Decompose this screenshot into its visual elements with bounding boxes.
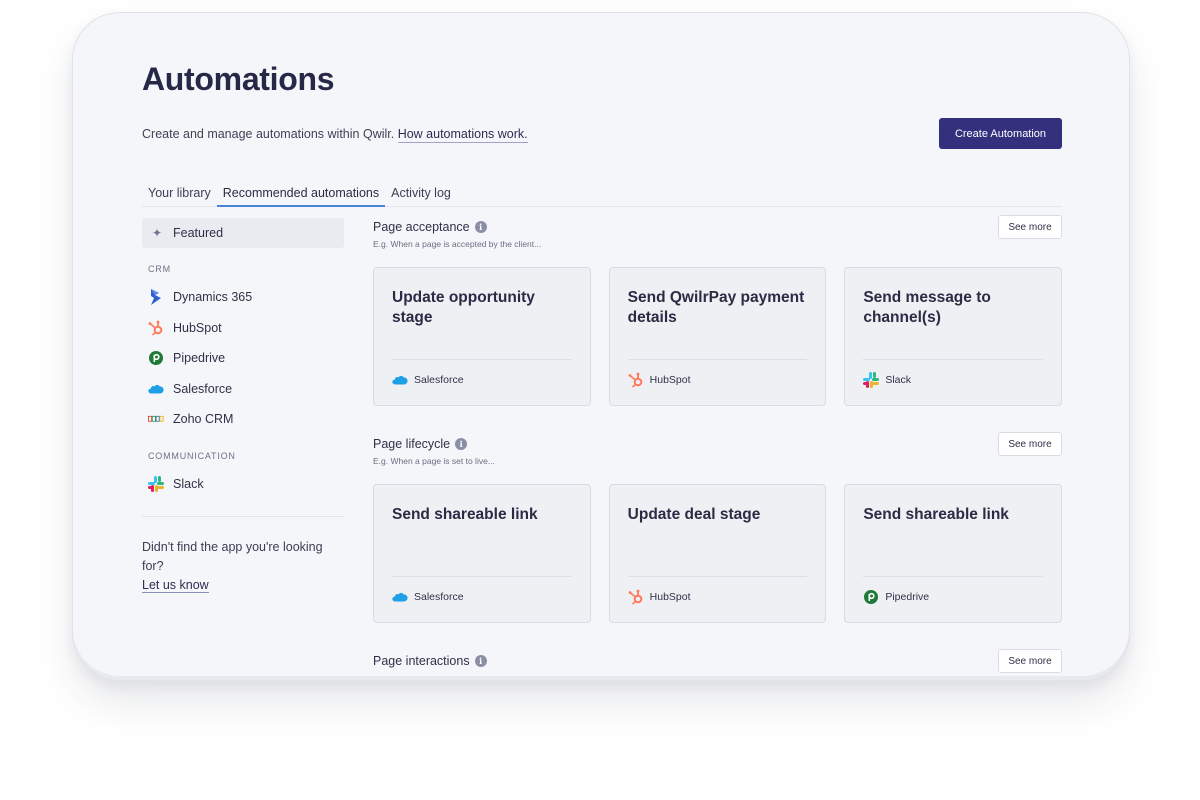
section-title: Page lifecycle i (373, 436, 1062, 452)
page-title: Automations (142, 61, 335, 97)
card-row: Send shareable link Salesforce Update de… (373, 484, 1063, 623)
card-app-label: Salesforce (414, 374, 464, 386)
zoho-crm-icon (148, 411, 164, 427)
sidebar-help: Didn't find the app you're looking for? … (142, 538, 344, 595)
card-divider (627, 359, 808, 360)
help-text: Didn't find the app you're looking for? (142, 540, 323, 573)
sidebar-item-salesforce[interactable]: Salesforce (142, 374, 344, 405)
hubspot-icon (148, 320, 164, 336)
automations-page: Automations Create and manage automation… (142, 13, 1063, 680)
page-subtitle: Create and manage automations within Qwi… (142, 127, 528, 143)
section-description: E.g. When a page is accepted by the clie… (373, 239, 542, 249)
card-app: Slack (863, 372, 911, 388)
card-app: HubSpot (628, 372, 691, 388)
section-title: Page acceptance i (373, 219, 1062, 235)
how-automations-work-link[interactable]: How automations work. (397, 127, 528, 143)
tab-recommended-automations[interactable]: Recommended automations (216, 185, 386, 207)
sidebar-item-pipedrive[interactable]: Pipedrive (142, 343, 344, 374)
section-page-acceptance: Page acceptance i E.g. When a page is ac… (373, 215, 1063, 406)
section-title-text: Page acceptance (373, 220, 470, 234)
section-title-text: Page lifecycle (373, 437, 451, 451)
info-icon[interactable]: i (455, 438, 468, 450)
tab-your-library[interactable]: Your library (142, 185, 217, 207)
let-us-know-link[interactable]: Let us know (142, 578, 209, 593)
card-title: Send message to channel(s) (863, 289, 991, 326)
card-app-label: Pipedrive (885, 591, 930, 603)
sidebar-item-featured[interactable]: ✦ Featured (142, 218, 344, 248)
salesforce-icon (392, 372, 408, 388)
info-icon[interactable]: i (474, 655, 487, 667)
salesforce-icon (148, 381, 164, 397)
sidebar-item-slack[interactable]: Slack (142, 469, 344, 500)
sidebar-item-label: Salesforce (173, 381, 233, 396)
sidebar-item-zoho-crm[interactable]: Zoho CRM (142, 404, 344, 435)
card-app-label: Slack (885, 374, 912, 386)
section-page-interactions: Page interactions i See more (373, 649, 1062, 673)
card-divider (392, 576, 572, 577)
sidebar-heading-crm: CRM (148, 264, 171, 274)
dynamics-365-icon (148, 289, 164, 306)
automation-card[interactable]: Send shareable link Pipedrive (844, 484, 1063, 623)
hubspot-icon (628, 372, 644, 388)
automation-card[interactable]: Send message to channel(s) Slack (844, 267, 1063, 406)
sidebar-item-label: Featured (173, 226, 224, 240)
card-title: Send shareable link (863, 506, 1009, 523)
tab-bar: Your library Recommended automations Act… (142, 185, 1062, 207)
card-title: Send shareable link (392, 506, 538, 523)
card-title: Send QwilrPay payment details (627, 289, 805, 326)
card-app: Pipedrive (863, 589, 929, 605)
automation-card[interactable]: Send QwilrPay payment details HubSpot (608, 267, 827, 406)
section-page-lifecycle: Page lifecycle i E.g. When a page is set… (373, 432, 1063, 623)
info-icon[interactable]: i (474, 221, 487, 233)
section-title-text: Page interactions (373, 654, 470, 668)
card-divider (627, 576, 808, 577)
hubspot-icon (628, 589, 644, 605)
card-app: HubSpot (628, 589, 691, 605)
see-more-button[interactable]: See more (998, 432, 1062, 456)
pipedrive-icon (863, 589, 879, 605)
card-title: Update opportunity stage (392, 289, 535, 326)
see-more-button[interactable]: See more (998, 215, 1062, 239)
salesforce-icon (392, 589, 408, 605)
sidebar-item-hubspot[interactable]: HubSpot (142, 313, 344, 344)
card-app-label: HubSpot (649, 591, 691, 603)
pipedrive-icon (148, 350, 164, 366)
sidebar-item-dynamics-365[interactable]: Dynamics 365 (142, 282, 344, 313)
subtitle-text: Create and manage automations within Qwi… (142, 127, 395, 141)
device-frame: Automations Create and manage automation… (72, 12, 1130, 681)
card-app-label: HubSpot (649, 374, 691, 386)
card-divider (392, 359, 572, 360)
card-row: Update opportunity stage Salesforce Send… (373, 267, 1063, 406)
sidebar-divider (142, 516, 344, 517)
section-title: Page interactions i (373, 653, 1062, 669)
sidebar-heading-communication: COMMUNICATION (148, 450, 236, 461)
card-title: Update deal stage (627, 506, 761, 523)
recommendations-list: Page acceptance i E.g. When a page is ac… (373, 215, 1063, 673)
create-automation-button[interactable]: Create Automation (939, 118, 1062, 149)
sparkle-icon: ✦ (151, 226, 163, 240)
tab-activity-log[interactable]: Activity log (385, 185, 457, 207)
sidebar-item-label: Pipedrive (173, 351, 226, 366)
card-divider (863, 359, 1044, 360)
slack-icon (148, 475, 164, 492)
sidebar-item-label: Slack (173, 476, 204, 491)
sidebar-item-label: HubSpot (173, 320, 222, 335)
see-more-button[interactable]: See more (998, 649, 1062, 673)
card-app: Salesforce (392, 589, 464, 605)
sidebar-item-label: Dynamics 365 (173, 290, 253, 305)
card-app-label: Salesforce (414, 591, 464, 603)
sidebar: ✦ Featured CRM Dynamics 365 HubSpot Pipe… (142, 218, 344, 595)
automation-card[interactable]: Update deal stage HubSpot (608, 484, 827, 623)
automation-card[interactable]: Send shareable link Salesforce (373, 484, 591, 623)
sidebar-item-label: Zoho CRM (173, 412, 234, 427)
card-app: Salesforce (392, 372, 464, 388)
slack-icon (863, 372, 880, 388)
card-divider (863, 576, 1044, 577)
section-description: E.g. When a page is set to live... (373, 456, 495, 466)
automation-card[interactable]: Update opportunity stage Salesforce (373, 267, 591, 406)
